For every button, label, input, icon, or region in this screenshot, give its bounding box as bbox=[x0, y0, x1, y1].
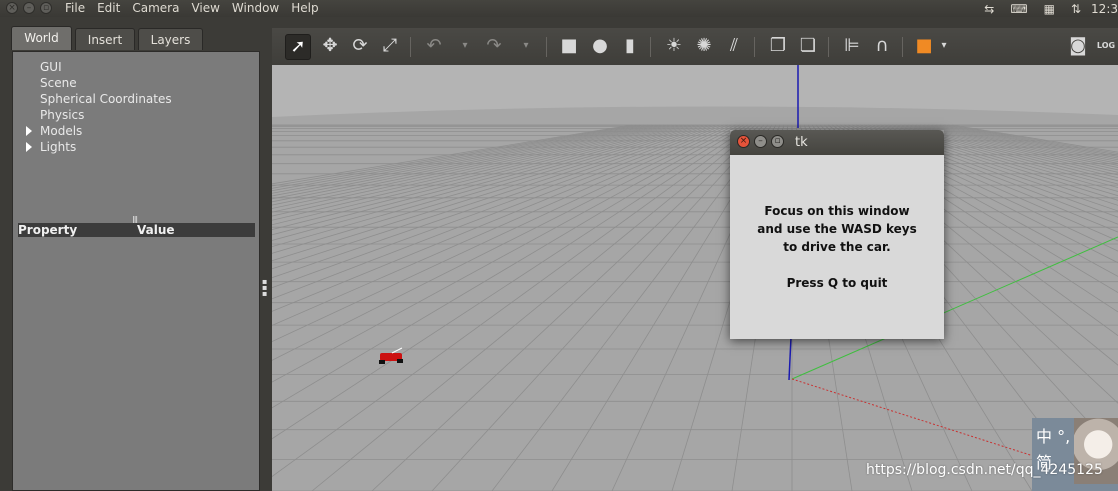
copy-icon[interactable]: ❐ bbox=[766, 34, 790, 58]
dialog-body[interactable]: Focus on this window and use the WASD ke… bbox=[730, 155, 944, 339]
window-minimize-icon[interactable]: – bbox=[23, 2, 35, 14]
dialog-title: tk bbox=[795, 135, 808, 150]
redo-dropdown-icon[interactable]: ▾ bbox=[514, 34, 538, 58]
tree-item-gui[interactable]: GUI bbox=[40, 60, 62, 74]
window-maximize-icon[interactable]: ▫ bbox=[40, 2, 52, 14]
tree-item-models[interactable]: Models bbox=[40, 124, 82, 138]
world-tree-pane: GUI Scene Spherical Coordinates Physics … bbox=[12, 51, 260, 491]
tk-dialog-window[interactable]: × – ▫ tk Focus on this window and use th… bbox=[730, 130, 944, 339]
magnet-icon[interactable]: ∩ bbox=[870, 34, 894, 58]
tree-item-lights[interactable]: Lights bbox=[40, 140, 76, 154]
toolbar-divider bbox=[902, 37, 903, 57]
close-icon[interactable]: × bbox=[737, 135, 750, 148]
align-icon[interactable]: ⊫ bbox=[840, 34, 864, 58]
undo-icon[interactable]: ↶ bbox=[422, 34, 446, 58]
paste-icon[interactable]: ❏ bbox=[796, 34, 820, 58]
toolbar-divider bbox=[410, 37, 411, 57]
property-table-header: Property Value bbox=[18, 223, 255, 237]
top-menu-bar: × – ▫ File Edit Camera View Window Help … bbox=[0, 0, 1118, 17]
tree-item-physics[interactable]: Physics bbox=[40, 108, 84, 122]
point-light-icon[interactable]: ☀ bbox=[662, 34, 686, 58]
expand-arrow-icon[interactable] bbox=[26, 126, 32, 136]
clock-text[interactable]: 12:3 bbox=[1091, 1, 1118, 17]
toolbar-divider bbox=[754, 37, 755, 57]
instruction-line-1: Focus on this window bbox=[764, 204, 910, 218]
left-panel: World Insert Layers GUI Scene Spherical … bbox=[0, 17, 270, 491]
panel-collapse-handle[interactable]: ▪ ▪ ▪ bbox=[262, 278, 267, 298]
scale-tool-icon[interactable]: ⤢ bbox=[378, 34, 402, 58]
menu-file[interactable]: File bbox=[65, 0, 85, 17]
menu-edit[interactable]: Edit bbox=[97, 0, 120, 17]
expand-arrow-icon[interactable] bbox=[26, 142, 32, 152]
toolbar-divider bbox=[828, 37, 829, 57]
car-wheel bbox=[379, 360, 385, 364]
tab-insert[interactable]: Insert bbox=[75, 28, 135, 50]
rotate-tool-icon[interactable]: ⟳ bbox=[348, 34, 372, 58]
maximize-icon[interactable]: ▫ bbox=[771, 135, 784, 148]
instruction-line-3: to drive the car. bbox=[783, 240, 891, 254]
toolbar-divider bbox=[650, 37, 651, 57]
network-icon[interactable]: ⇆ bbox=[984, 1, 994, 17]
tk-titlebar[interactable]: × – ▫ tk bbox=[730, 130, 944, 155]
spot-light-icon[interactable]: ✺ bbox=[692, 34, 716, 58]
car-wheel bbox=[397, 359, 403, 363]
undo-dropdown-icon[interactable]: ▾ bbox=[453, 34, 477, 58]
log-icon[interactable]: LOG bbox=[1094, 34, 1118, 58]
redo-icon[interactable]: ↷ bbox=[482, 34, 506, 58]
quit-instruction: Press Q to quit bbox=[786, 276, 888, 290]
scene-render[interactable] bbox=[272, 65, 1118, 491]
cylinder-shape-icon[interactable]: ▮ bbox=[618, 34, 642, 58]
watermark-url: https://blog.csdn.net/qq_4245125 bbox=[866, 462, 1103, 478]
sphere-shape-icon[interactable]: ● bbox=[588, 34, 612, 58]
select-tool-icon[interactable]: ➚ bbox=[285, 34, 311, 60]
minimize-icon[interactable]: – bbox=[754, 135, 767, 148]
instruction-line-2: and use the WASD keys bbox=[757, 222, 917, 236]
box-shape-icon[interactable]: ■ bbox=[557, 34, 581, 58]
screenshot-icon[interactable]: ◙ bbox=[1066, 34, 1090, 58]
property-column-header: Property bbox=[18, 223, 78, 237]
toolbar-divider bbox=[546, 37, 547, 57]
tab-layers[interactable]: Layers bbox=[138, 28, 203, 50]
tab-world[interactable]: World bbox=[11, 26, 72, 50]
menu-camera[interactable]: Camera bbox=[132, 0, 179, 17]
keyboard-icon[interactable]: ⌨ bbox=[1010, 1, 1027, 17]
translate-tool-icon[interactable]: ✥ bbox=[318, 34, 342, 58]
directional-light-icon[interactable]: ⫽ bbox=[722, 34, 746, 58]
3d-viewport[interactable] bbox=[272, 65, 1118, 491]
tree-item-spherical-coordinates[interactable]: Spherical Coordinates bbox=[40, 92, 172, 106]
menu-help[interactable]: Help bbox=[291, 0, 318, 17]
view-dropdown-icon[interactable]: ▾ bbox=[932, 34, 956, 58]
menu-view[interactable]: View bbox=[191, 0, 219, 17]
transfer-icon[interactable]: ⇅ bbox=[1071, 1, 1081, 17]
menu-window[interactable]: Window bbox=[232, 0, 279, 17]
value-column-header: Value bbox=[137, 223, 175, 237]
window-close-icon[interactable]: × bbox=[6, 2, 18, 14]
tree-item-scene[interactable]: Scene bbox=[40, 76, 77, 90]
main-toolbar: ➚ ✥ ⟳ ⤢ ↶ ▾ ↷ ▾ ■ ● ▮ ☀ ✺ ⫽ ❐ ❏ ⊫ ∩ ■ ▾ … bbox=[272, 28, 1118, 65]
ime-mode-text[interactable]: 中 °, bbox=[1036, 428, 1070, 446]
calendar-icon[interactable]: ▦ bbox=[1044, 1, 1055, 17]
